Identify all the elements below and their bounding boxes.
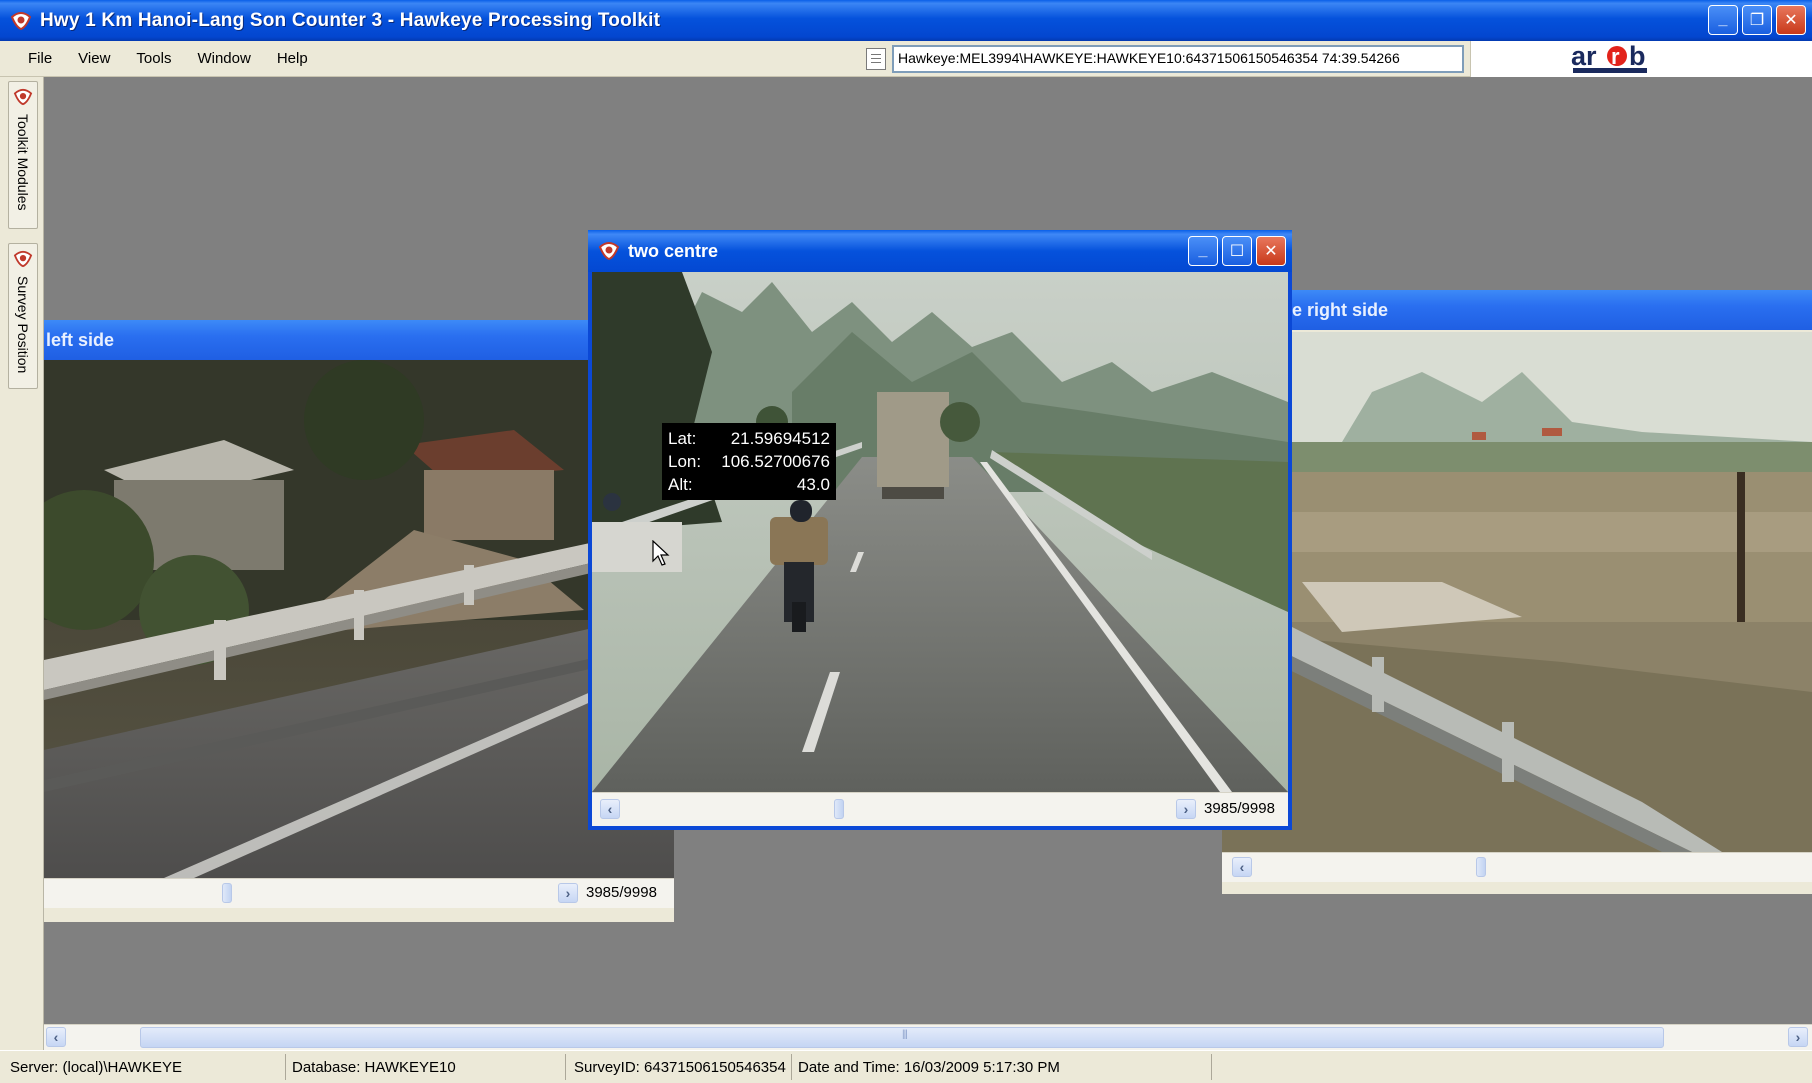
hawkeye-icon (13, 88, 33, 110)
left-camera-image (44, 360, 674, 878)
left-frame-counter: 3985/9998 (586, 884, 657, 901)
svg-text:ar: ar (1571, 41, 1597, 71)
left-dock: Toolkit Modules Survey Position (0, 77, 44, 1054)
logo-area: ar r b (1470, 41, 1812, 77)
minimize-button[interactable]: _ (1708, 5, 1738, 35)
status-survey-id: SurveyID: 64371506150546354 (566, 1054, 792, 1080)
main-scroll-right-button[interactable]: › (1788, 1027, 1808, 1047)
chevron-left-icon: ‹ (1239, 859, 1245, 875)
restore-icon: ❐ (1749, 12, 1765, 29)
close-icon: ✕ (1264, 243, 1278, 260)
chevron-right-icon: › (565, 885, 571, 901)
centre-scroll-right-button[interactable]: › (1176, 799, 1196, 819)
centre-window-title: two centre (628, 240, 719, 261)
right-window-title: e right side (1292, 299, 1389, 320)
lat-value: 21.59694512 (730, 429, 830, 448)
status-bar: Server: (local)\HAWKEYE Database: HAWKEY… (0, 1050, 1812, 1083)
right-camera-image (1222, 332, 1812, 852)
app-title-bar[interactable]: Hwy 1 Km Hanoi-Lang Son Counter 3 - Hawk… (0, 0, 1812, 41)
maximize-icon: ☐ (1229, 243, 1245, 260)
left-window-scrollbar[interactable]: › 3985/9998 (44, 878, 674, 908)
minimize-icon: _ (1718, 11, 1728, 28)
right-side-window[interactable]: e right side ‹ (1222, 290, 1812, 894)
status-server: Server: (local)\HAWKEYE (0, 1054, 286, 1080)
main-scroll-left-button[interactable]: ‹ (46, 1027, 66, 1047)
centre-window-title-bar[interactable]: two centre _ ☐ ✕ (588, 230, 1292, 272)
document-icon[interactable] (866, 48, 886, 70)
dock-tab-survey-position[interactable]: Survey Position (8, 243, 38, 389)
menu-view[interactable]: View (65, 41, 123, 76)
centre-scroll-thumb[interactable] (834, 799, 844, 819)
chevron-left-icon: ‹ (607, 801, 613, 817)
status-database: Database: HAWKEYE10 (286, 1054, 566, 1080)
centre-frame-counter: 3985/9998 (1204, 800, 1275, 817)
right-scroll-thumb[interactable] (1476, 857, 1486, 877)
left-window-title: left side (46, 329, 115, 350)
lat-label: Lat: (668, 429, 697, 448)
centre-window[interactable]: two centre _ ☐ ✕ Lat: 21.59694512 Lon: 1… (588, 230, 1292, 830)
svg-text:b: b (1629, 41, 1646, 71)
arrb-logo: ar r b (1571, 41, 1647, 73)
left-scroll-right-button[interactable]: › (558, 883, 578, 903)
dock-tab-label: Toolkit Modules (15, 114, 31, 211)
menu-tools[interactable]: Tools (123, 41, 184, 76)
left-side-window[interactable]: left side › 3985/9998 (44, 320, 674, 922)
hawkeye-icon (13, 250, 33, 272)
survey-path-field[interactable]: Hawkeye:MEL3994\HAWKEYE:HAWKEYE10:643715… (892, 45, 1464, 73)
right-window-title-bar[interactable]: e right side (1222, 290, 1812, 330)
menu-bar: File View Tools Window Help Hawkeye:MEL3… (0, 41, 1812, 77)
menu-file[interactable]: File (0, 41, 65, 76)
lon-value: 106.52700676 (721, 452, 830, 471)
lon-label: Lon: (668, 452, 702, 471)
survey-path-box: Hawkeye:MEL3994\HAWKEYE:HAWKEYE10:643715… (866, 45, 1464, 73)
main-scroll-thumb[interactable] (140, 1027, 1664, 1048)
right-window-scrollbar[interactable]: ‹ (1222, 852, 1812, 882)
centre-maximize-button[interactable]: ☐ (1222, 236, 1252, 266)
app-title: Hwy 1 Km Hanoi-Lang Son Counter 3 - Hawk… (40, 9, 661, 31)
hawkeye-icon (598, 241, 620, 261)
right-scroll-left-button[interactable]: ‹ (1232, 857, 1252, 877)
chevron-left-icon: ‹ (53, 1029, 59, 1045)
dock-tab-toolkit-modules[interactable]: Toolkit Modules (8, 81, 38, 229)
status-date-time: Date and Time: 16/03/2009 5:17:30 PM (792, 1054, 1212, 1080)
centre-window-scrollbar[interactable]: ‹ › 3985/9998 (592, 792, 1288, 826)
chevron-right-icon: › (1795, 1029, 1801, 1045)
gps-position-tooltip: Lat: 21.59694512 Lon: 106.52700676 Alt: 43.… (662, 423, 836, 500)
svg-text:r: r (1611, 44, 1620, 69)
minimize-icon: _ (1198, 242, 1208, 259)
main-horizontal-scrollbar[interactable]: ‹ › (44, 1024, 1812, 1050)
left-scroll-thumb[interactable] (222, 883, 232, 903)
dock-tab-label: Survey Position (15, 276, 31, 374)
alt-value: 43.0 (796, 475, 830, 494)
hawkeye-app-icon[interactable] (10, 11, 32, 31)
chevron-right-icon: › (1183, 801, 1189, 817)
centre-camera-image (592, 272, 1288, 792)
left-window-title-bar[interactable]: left side (44, 320, 674, 360)
centre-close-button[interactable]: ✕ (1256, 236, 1286, 266)
menu-window[interactable]: Window (184, 41, 263, 76)
mouse-cursor-icon (652, 540, 670, 566)
alt-label: Alt: (668, 475, 693, 494)
centre-minimize-button[interactable]: _ (1188, 236, 1218, 266)
restore-button[interactable]: ❐ (1742, 5, 1772, 35)
close-button[interactable]: ✕ (1776, 5, 1806, 35)
menu-help[interactable]: Help (264, 41, 321, 76)
centre-scroll-left-button[interactable]: ‹ (600, 799, 620, 819)
close-icon: ✕ (1784, 12, 1798, 29)
